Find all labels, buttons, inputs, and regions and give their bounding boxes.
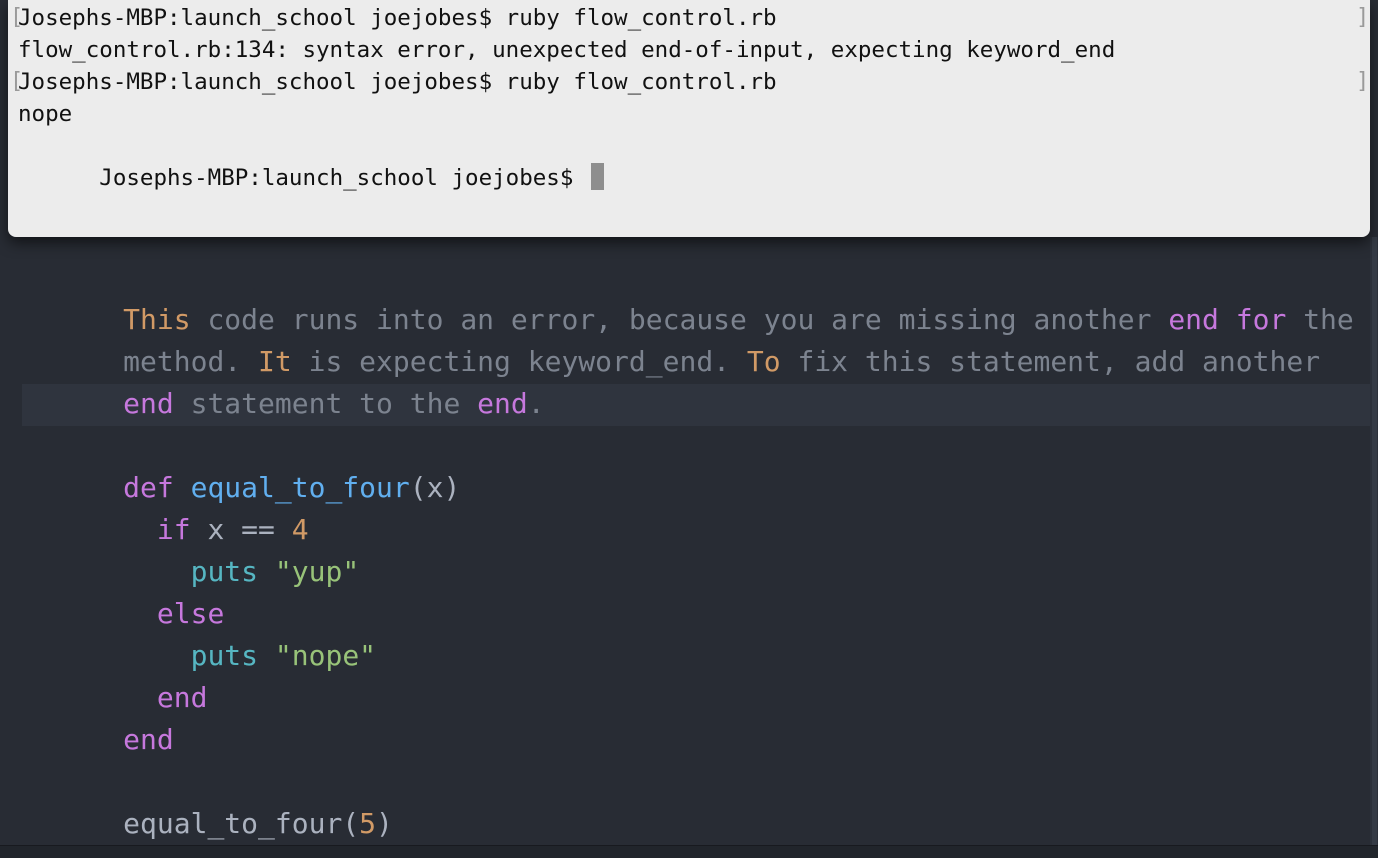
string-literal: "yup" (274, 555, 360, 588)
code-editor[interactable]: This code runs into an error, because yo… (0, 237, 1378, 846)
method-call: equal_to_four( (123, 807, 360, 840)
terminal-line-marker-close: ] (1356, 5, 1370, 30)
code-line-def: def equal_to_four(x) (22, 425, 460, 504)
comment-keyword: end (477, 387, 528, 420)
status-bar (0, 845, 1378, 858)
terminal-window[interactable]: [ Josephs-MBP:launch_school joejobes$ ru… (8, 0, 1370, 237)
comment-token: To (746, 345, 781, 378)
screen: [ Josephs-MBP:launch_school joejobes$ ru… (0, 0, 1378, 858)
keyword-end: end (123, 723, 174, 756)
string-literal: "nope" (274, 639, 377, 672)
comment-token: fix this statement, add another (780, 345, 1321, 378)
terminal-line: Josephs-MBP:launch_school joejobes$ ruby… (18, 69, 777, 95)
comment-token: . (527, 387, 545, 420)
comment-line: This code runs into an error, because yo… (22, 257, 1354, 336)
comment-line: end statement to the end. (22, 341, 544, 420)
comment-token: statement to the (173, 387, 478, 420)
code-line-puts-nope: puts "nope" (22, 593, 376, 672)
call-paren: ) (376, 807, 393, 840)
number-literal: 5 (359, 807, 377, 840)
comment-keyword: end (123, 387, 174, 420)
terminal-line: Josephs-MBP:launch_school joejobes$ ruby… (18, 5, 777, 31)
code-line-if: if x == 4 (22, 467, 309, 546)
terminal-prompt: Josephs-MBP:launch_school joejobes$ (99, 165, 587, 191)
terminal-line: nope (18, 101, 73, 127)
code-line-else: else (22, 551, 224, 630)
method-params: (x) (409, 471, 461, 504)
terminal-line: flow_control.rb:134: syntax error, unexp… (18, 37, 1116, 63)
scrollbar-thumb[interactable] (1372, 237, 1377, 846)
vertical-scrollbar[interactable] (1370, 237, 1378, 846)
terminal-line-marker-close: ] (1356, 69, 1370, 94)
comment-line: method. It is expecting keyword_end. To … (22, 299, 1320, 378)
code-line-puts-yup: puts "yup" (22, 509, 360, 588)
code-line-end-inner: end (22, 635, 208, 714)
code-line-end-outer: end (22, 677, 174, 756)
terminal-prompt-line[interactable]: Josephs-MBP:launch_school joejobes$ (18, 130, 604, 191)
code-line-call: equal_to_four(5) (22, 761, 393, 840)
terminal-cursor (590, 163, 604, 190)
